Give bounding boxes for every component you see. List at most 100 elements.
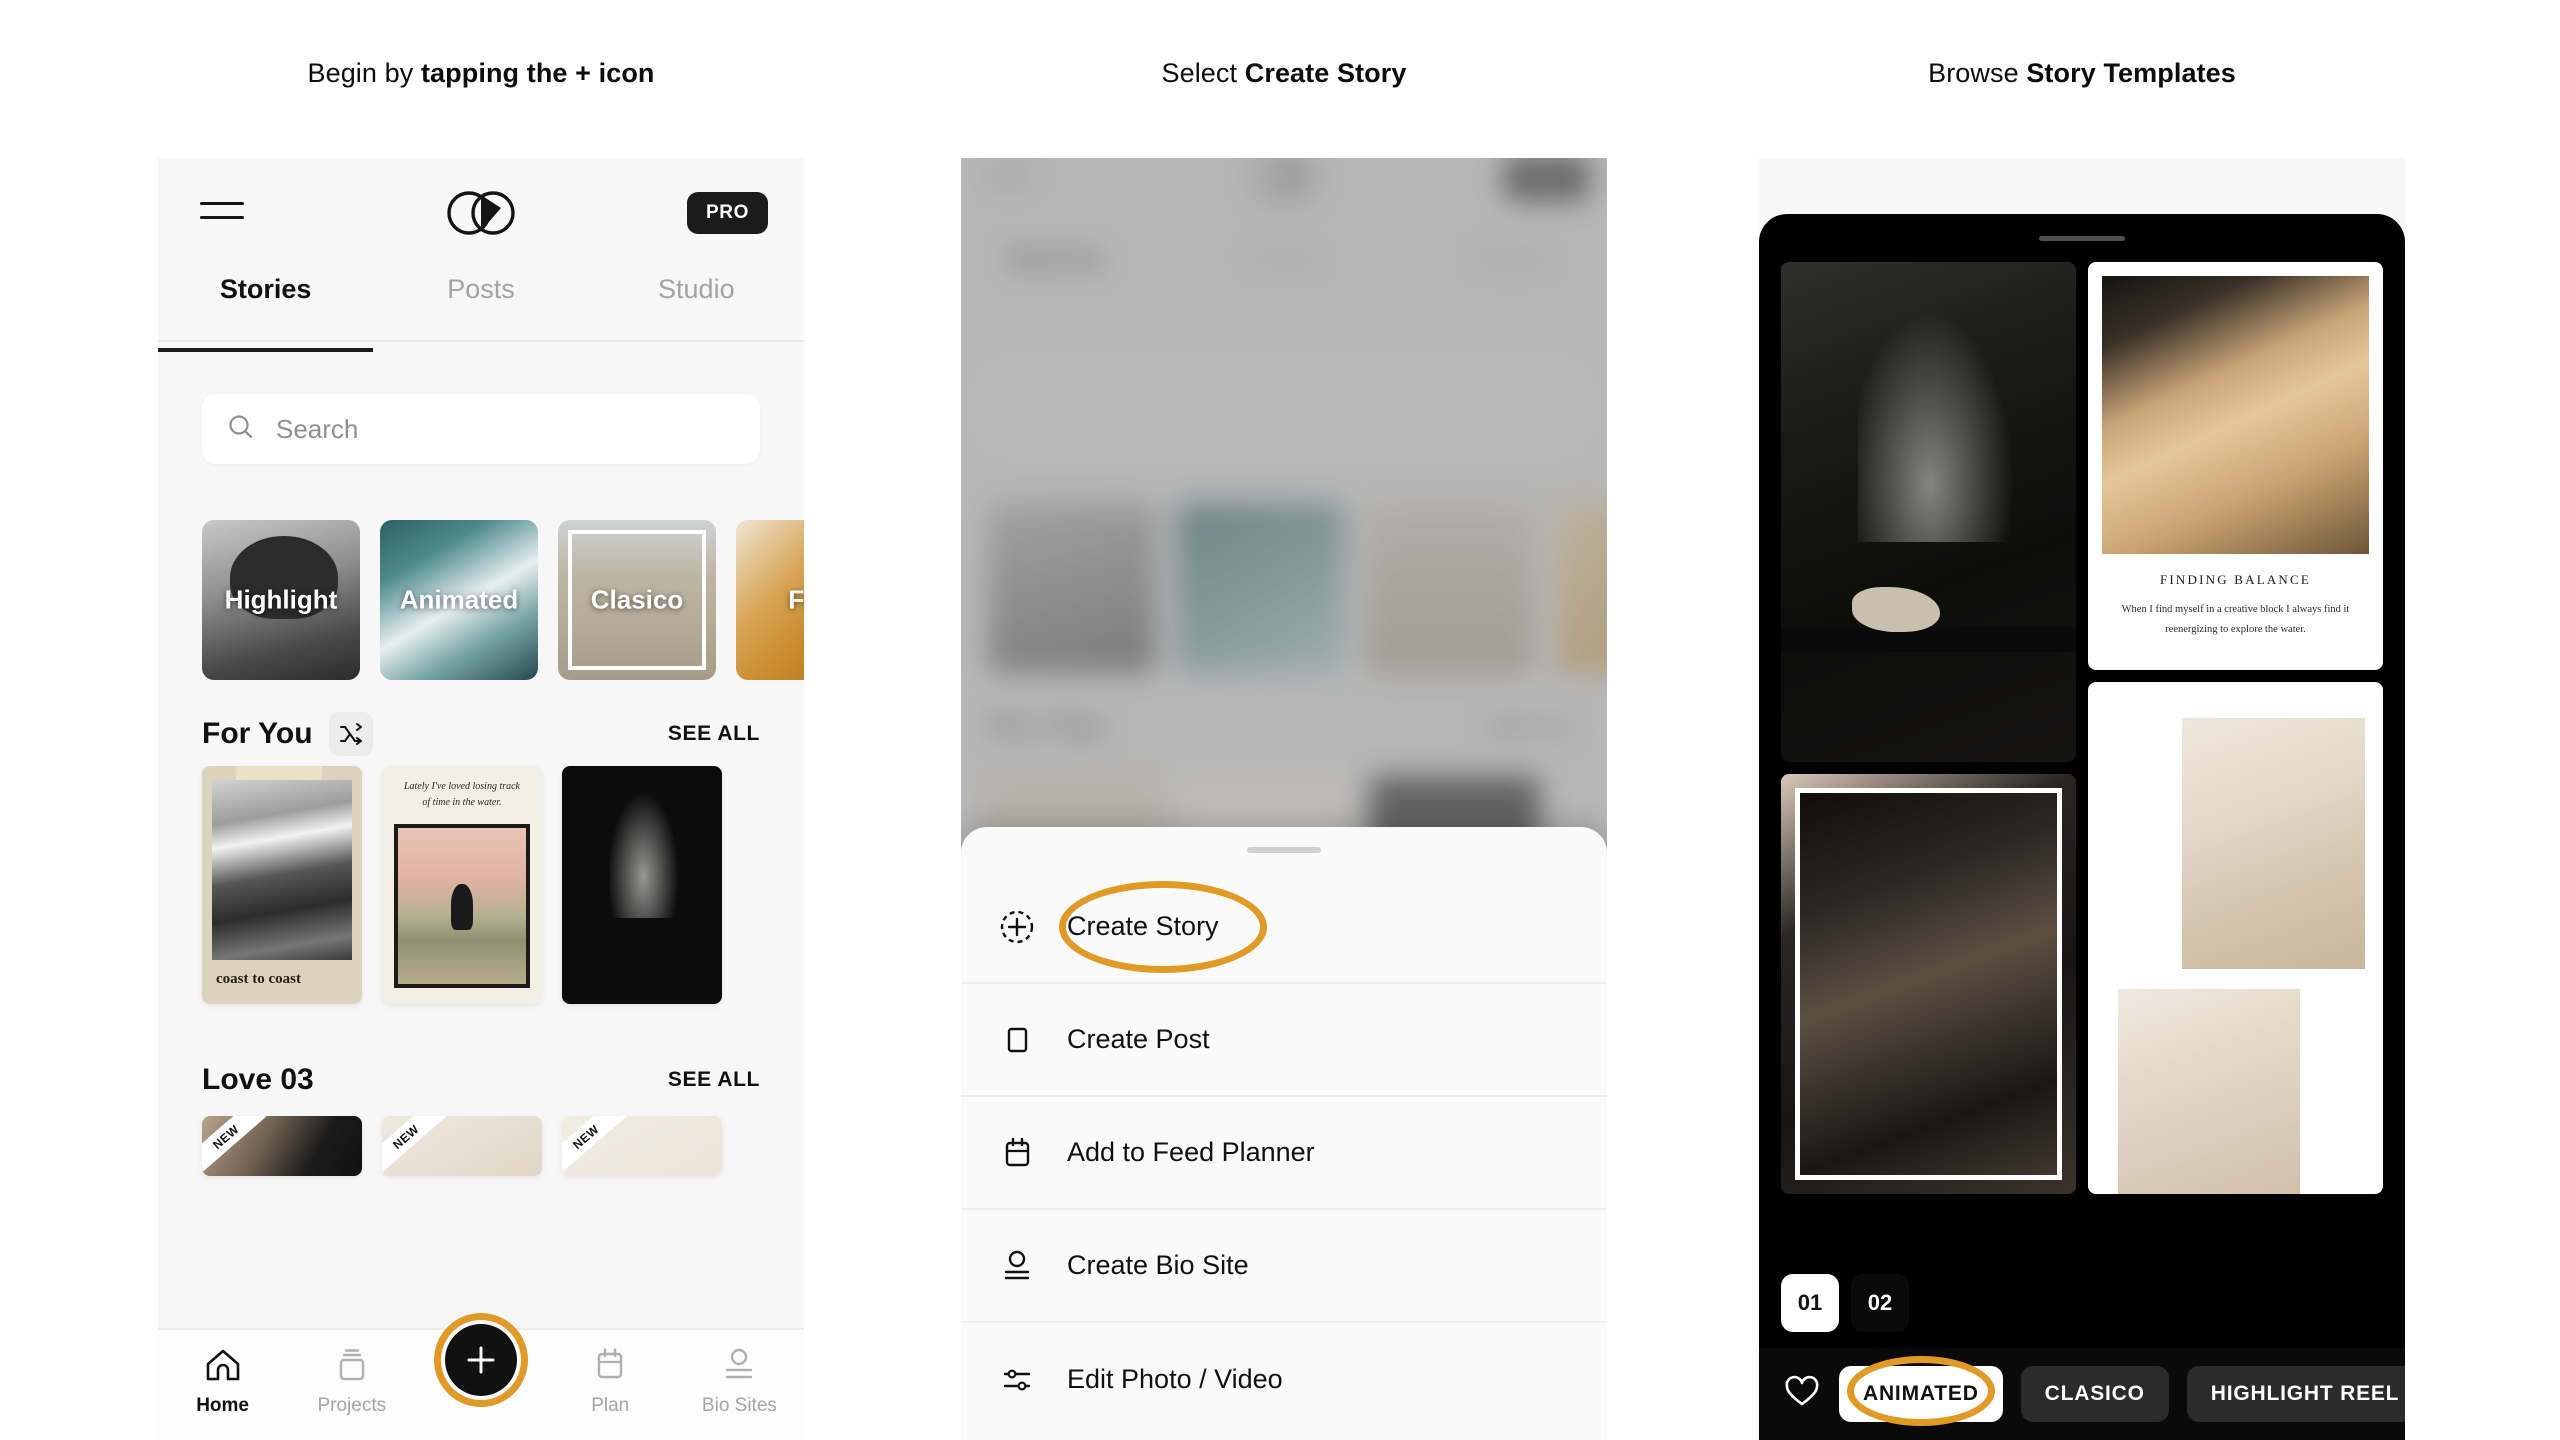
calendar-icon — [995, 1133, 1039, 1173]
template-grid[interactable]: FINDING BALANCE When I find myself in a … — [1781, 262, 2383, 1194]
menu-item-label: Add to Feed Planner — [1067, 1137, 1315, 1167]
love-card-3[interactable]: NEW — [562, 1116, 722, 1176]
template-filter-bar: ANIMATED CLASICO HIGHLIGHT REEL — [1759, 1348, 2405, 1440]
section-title: Love 03 — [202, 1063, 314, 1096]
template-card-smoke[interactable] — [1781, 262, 2076, 762]
template-card-curtain[interactable] — [2088, 682, 2383, 1194]
tabs-divider — [158, 340, 804, 342]
menu-item-label: Edit Photo / Video — [1067, 1364, 1283, 1394]
hair-photo — [1795, 788, 2062, 1180]
chip-label: Clasico — [590, 584, 684, 615]
category-chip-highlight[interactable]: Highlight — [202, 520, 360, 680]
surfer-silhouette — [451, 884, 473, 931]
section-header-love-03: Love 03 SEE ALL — [202, 1058, 760, 1102]
menu-item-create-post[interactable]: Create Post — [961, 984, 1607, 1097]
tab-studio[interactable]: Studio — [589, 262, 804, 340]
template-body-text: When I find myself in a creative block I… — [2121, 604, 2350, 635]
template-card-coast-to-coast[interactable]: coast to coast — [202, 766, 362, 1004]
menu-item-add-to-feed-planner[interactable]: Add to Feed Planner — [961, 1097, 1607, 1210]
plus-icon — [467, 1346, 495, 1374]
shuffle-icon[interactable] — [328, 712, 373, 756]
caption-3-bold: Story Templates — [2026, 58, 2236, 88]
person-icon — [719, 1346, 759, 1387]
sheet-drag-handle[interactable] — [2039, 236, 2125, 241]
section-title: For You — [202, 717, 313, 750]
template-column-right: FINDING BALANCE When I find myself in a … — [2088, 262, 2383, 1194]
screenshot-stage: Begin by tapping the + icon Select Creat… — [0, 0, 2560, 1440]
new-badge: NEW — [382, 1116, 451, 1176]
caption-1-normal: Begin by — [307, 58, 421, 88]
sliders-icon — [995, 1360, 1039, 1400]
love-03-card-row[interactable]: NEW NEW NEW — [202, 1116, 722, 1176]
card-script-line-1: Lately I've loved losing track — [404, 781, 520, 792]
template-card-smoke[interactable] — [562, 766, 722, 1004]
caption-3-normal: Browse — [1928, 58, 2027, 88]
create-button-slot — [416, 1313, 545, 1407]
nav-item-plan[interactable]: Plan — [546, 1346, 675, 1417]
see-all-love-03[interactable]: SEE ALL — [668, 1068, 760, 1092]
smoke-photo — [1857, 282, 2029, 542]
nav-item-projects[interactable]: Projects — [287, 1346, 416, 1417]
create-bottom-sheet: Create Story Create Post Add to Feed Pla… — [961, 827, 1607, 1440]
shelf-shape — [1781, 627, 2076, 652]
card-photo — [394, 824, 530, 988]
tab-stories[interactable]: Stories — [158, 262, 374, 352]
curtain-photo-b — [2117, 989, 2301, 1194]
search-input[interactable]: Search — [202, 394, 760, 464]
card-photo — [212, 780, 352, 960]
menu-item-create-bio-site[interactable]: Create Bio Site — [961, 1210, 1607, 1323]
section-header-for-you: For You SEE ALL — [202, 712, 760, 756]
nav-item-bio-sites[interactable]: Bio Sites — [675, 1346, 804, 1417]
category-chip-row[interactable]: Highlight Animated Clasico Film — [202, 520, 804, 680]
panel-home-screen: PRO Stories Posts Studio Search Highligh… — [158, 158, 804, 1440]
caption-step-2: Select Create Story — [961, 58, 1607, 89]
template-card-hair[interactable] — [1781, 774, 2076, 1194]
page-indicator-02[interactable]: 02 — [1851, 1274, 1909, 1332]
panel-story-templates: FINDING BALANCE When I find myself in a … — [1759, 158, 2405, 1440]
menu-item-label: Create Bio Site — [1067, 1250, 1249, 1280]
template-card-finding-balance[interactable]: FINDING BALANCE When I find myself in a … — [2088, 262, 2383, 670]
pro-badge[interactable]: PRO — [687, 192, 768, 234]
nav-label: Plan — [591, 1395, 630, 1416]
search-icon — [226, 412, 256, 447]
tab-posts[interactable]: Posts — [373, 262, 588, 340]
content-tabs: Stories Posts Studio — [158, 262, 804, 352]
nav-label: Bio Sites — [701, 1395, 777, 1416]
stack-icon — [332, 1346, 372, 1387]
caption-2-normal: Select — [1161, 58, 1245, 88]
sheet-drag-handle[interactable] — [1247, 847, 1321, 853]
template-title: FINDING BALANCE — [2159, 572, 2312, 587]
card-photo — [610, 780, 684, 919]
chip-label: Highlight — [224, 584, 338, 615]
category-chip-clasico[interactable]: Clasico — [558, 520, 716, 680]
nav-item-home[interactable]: Home — [158, 1346, 287, 1417]
menu-item-create-story[interactable]: Create Story — [961, 871, 1607, 984]
hamburger-icon[interactable] — [200, 202, 244, 222]
caption-step-1: Begin by tapping the + icon — [158, 58, 804, 89]
filter-chip-animated[interactable]: ANIMATED — [1839, 1366, 2003, 1422]
love-card-1[interactable]: NEW — [202, 1116, 362, 1176]
caption-1-bold: tapping the + icon — [420, 58, 655, 88]
caption-step-3: Browse Story Templates — [1759, 58, 2405, 89]
template-card-surfer[interactable]: Lately I've loved losing track of time i… — [382, 766, 542, 1004]
tape-decoration — [236, 766, 322, 780]
category-chip-animated[interactable]: Animated — [380, 520, 538, 680]
create-plus-button[interactable] — [434, 1313, 528, 1407]
filter-chip-highlight-reel[interactable]: HIGHLIGHT REEL — [2186, 1366, 2405, 1422]
menu-item-label: Create Story — [1067, 911, 1219, 941]
nav-label: Projects — [317, 1395, 387, 1416]
for-you-card-row[interactable]: coast to coast Lately I've loved losing … — [202, 766, 722, 1004]
menu-item-edit-photo-video[interactable]: Edit Photo / Video — [961, 1323, 1607, 1436]
see-all-for-you[interactable]: SEE ALL — [668, 722, 760, 746]
chip-label: Animated — [399, 584, 519, 615]
filter-chip-clasico[interactable]: CLASICO — [2020, 1366, 2169, 1422]
love-card-2[interactable]: NEW — [382, 1116, 542, 1176]
app-logo-icon — [441, 186, 521, 241]
caption-2-bold: Create Story — [1244, 58, 1407, 88]
phone-frame: FINDING BALANCE When I find myself in a … — [1759, 214, 2405, 1440]
page-indicator-01[interactable]: 01 — [1781, 1274, 1839, 1332]
page-indicator-group[interactable]: 01 02 — [1781, 1274, 1909, 1332]
heart-icon[interactable] — [1783, 1373, 1821, 1416]
balance-photo — [2102, 276, 2369, 554]
category-chip-film[interactable]: Film — [736, 520, 804, 680]
